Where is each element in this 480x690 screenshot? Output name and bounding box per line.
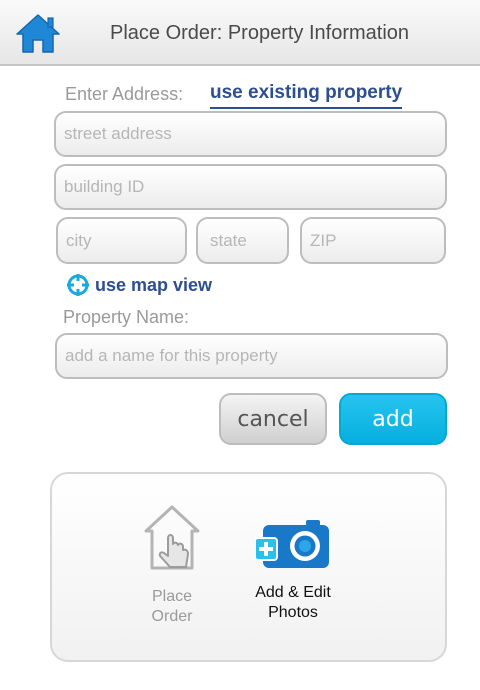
add-edit-photos-tool[interactable]: Add & Edit Photos [247, 518, 339, 623]
enter-address-label: Enter Address: [65, 84, 184, 104]
street-address-input[interactable] [54, 111, 447, 157]
cancel-button[interactable]: cancel [219, 393, 327, 445]
use-map-view-label: use map view [95, 274, 213, 295]
bottom-toolbar: Place Order Add & Edit Photos [50, 472, 447, 662]
add-button[interactable]: add [339, 393, 447, 445]
place-order-label-line2: Order [151, 608, 193, 625]
place-order-label-line1: Place [151, 588, 193, 605]
use-existing-property-link[interactable]: use existing property [210, 82, 403, 109]
use-map-view-link[interactable]: use map view [67, 273, 212, 297]
page-title: Place Order: Property Information [110, 22, 410, 44]
building-id-input[interactable] [54, 164, 447, 210]
home-button[interactable] [14, 12, 62, 54]
home-icon [16, 14, 60, 53]
camera-plus-icon [254, 520, 329, 568]
place-order-tool[interactable]: Place Order [140, 504, 204, 627]
photos-label-line2: Photos [268, 604, 318, 621]
state-input[interactable] [196, 217, 289, 264]
property-name-label: Property Name: [63, 307, 190, 327]
property-name-input[interactable] [55, 333, 448, 379]
map-crosshair-icon [67, 274, 89, 296]
house-hand-icon [144, 505, 200, 570]
zip-input[interactable] [300, 217, 446, 264]
title-bar: Place Order: Property Information [0, 0, 480, 66]
photos-label-line1: Add & Edit [255, 584, 331, 601]
city-input[interactable] [56, 217, 187, 264]
